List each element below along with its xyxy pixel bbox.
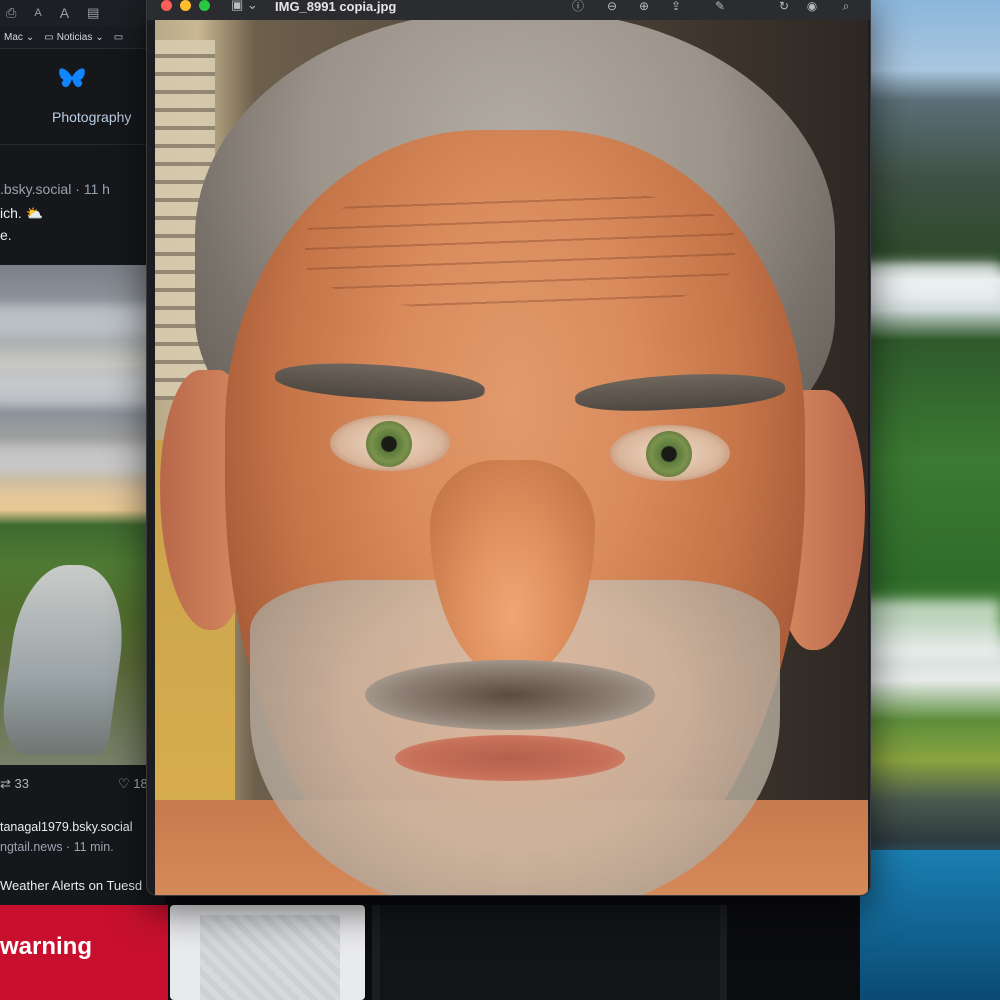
portrait-photo[interactable]	[155, 20, 868, 895]
left-eye	[330, 415, 450, 471]
repost-button[interactable]: ⇄ 33	[0, 776, 29, 792]
sidebar-toggle-button[interactable]: ▣ ⌄	[231, 0, 261, 15]
bookmark-mac[interactable]: Mac ⌄	[4, 32, 34, 43]
zoom-out-icon[interactable]: ⊖	[603, 0, 621, 14]
chevron-down-icon: ⌄	[95, 31, 104, 43]
map-image	[200, 915, 340, 1000]
post-handle[interactable]: ngtail.news · 11 min.	[0, 840, 114, 854]
info-circle-icon[interactable]: ◉	[803, 0, 821, 14]
browser-toolbar: ⎙ A A ▤	[0, 0, 165, 26]
post[interactable]: .bsky.social · 11 h ich. ⛅ e.	[0, 145, 165, 255]
mustache	[365, 660, 655, 730]
rotate-icon[interactable]: ↻	[775, 0, 793, 14]
image-water	[0, 565, 134, 755]
reader-icon[interactable]: ▤	[87, 5, 99, 21]
font-larger-button[interactable]: A	[60, 5, 69, 21]
post-handle[interactable]: .bsky.social · 11 h	[0, 181, 110, 197]
image-cloud	[0, 305, 160, 335]
butterfly-icon[interactable]	[58, 67, 86, 91]
post-text: Weather Alerts on Tuesd	[0, 878, 143, 893]
info-icon[interactable]: ⓘ	[569, 0, 587, 14]
bookmark-label: Noticias	[56, 31, 93, 43]
repost-icon: ⇄	[0, 776, 11, 791]
window-titlebar[interactable]: ▣ ⌄ IMG_8991 copia.jpg ⓘ ⊖ ⊕ ⇪ ✎ ↻ ◉ ⌕	[147, 0, 870, 21]
close-button[interactable]	[161, 0, 172, 11]
map-card[interactable]	[170, 905, 365, 1000]
wallpaper-fog	[860, 262, 1000, 302]
window-title: IMG_8991 copia.jpg	[275, 0, 397, 14]
warning-label: warning	[0, 933, 93, 960]
bluesky-header: Photography	[0, 49, 165, 145]
iris	[366, 421, 412, 467]
forehead-wrinkles	[305, 190, 735, 310]
preview-window: ▣ ⌄ IMG_8991 copia.jpg ⓘ ⊖ ⊕ ⇪ ✎ ↻ ◉ ⌕	[147, 0, 870, 895]
bookmarks-bar: Mac ⌄ ▭ Noticias ⌄ ▭	[0, 26, 165, 49]
markup-icon[interactable]: ✎	[711, 0, 729, 14]
dark-panel-content	[380, 905, 720, 1000]
wallpaper-fog	[860, 600, 1000, 660]
window-controls	[161, 0, 210, 11]
bookmark-label: Mac	[4, 31, 23, 43]
share-icon[interactable]: ⇪	[667, 0, 685, 14]
right-eye	[610, 425, 730, 481]
post-actions: ⇄ 33 ♡ 184	[0, 772, 165, 798]
wallpaper-sea	[860, 850, 1000, 1000]
chevron-down-icon: ⌄	[25, 31, 35, 43]
tab-photography[interactable]: Photography	[52, 109, 131, 125]
lips	[395, 735, 625, 781]
bluesky-browser-window: ⎙ A A ▤ Mac ⌄ ▭ Noticias ⌄ ▭ Photography .b…	[0, 0, 165, 905]
dark-panel	[372, 905, 727, 1000]
heart-icon: ♡	[118, 776, 130, 791]
post-text: ich. ⛅	[0, 205, 44, 221]
iris	[646, 431, 692, 477]
folder-icon: ▭	[44, 31, 54, 43]
printer-icon[interactable]: ⎙	[6, 5, 16, 21]
post-text: e.	[0, 227, 12, 243]
warning-card[interactable]: warning	[0, 905, 168, 1000]
post-image[interactable]	[0, 265, 160, 765]
search-icon[interactable]: ⌕	[837, 0, 855, 14]
font-smaller-button[interactable]: A	[34, 7, 41, 19]
repost-count: 33	[14, 776, 29, 791]
image-cloud	[0, 375, 160, 405]
fullscreen-button[interactable]	[199, 0, 210, 11]
bookmark-noticias[interactable]: ▭ Noticias ⌄	[44, 32, 103, 43]
desktop-wallpaper	[860, 0, 1000, 1000]
folder-icon[interactable]: ▭	[114, 32, 123, 43]
image-cloud	[0, 445, 160, 475]
minimize-button[interactable]	[180, 0, 191, 11]
repost-attribution[interactable]: tanagal1979.bsky.social	[0, 820, 133, 834]
zoom-in-icon[interactable]: ⊕	[635, 0, 653, 14]
